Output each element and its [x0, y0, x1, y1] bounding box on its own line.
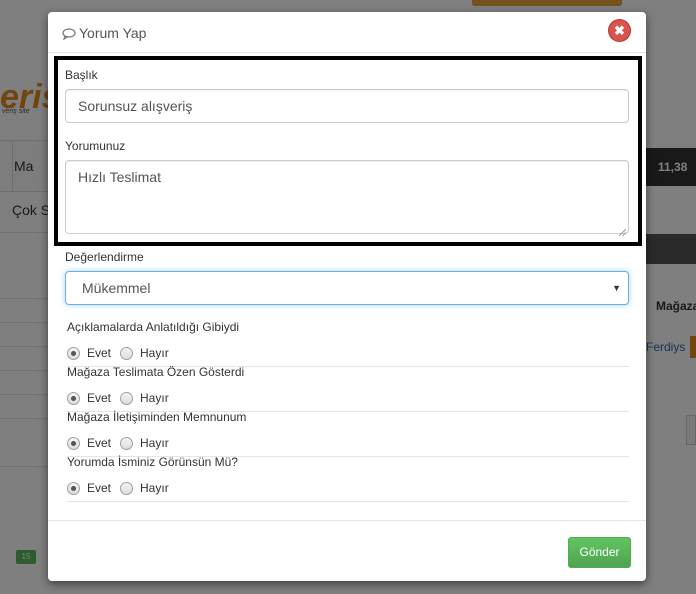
yes-radio[interactable] — [67, 346, 80, 360]
option-yes[interactable]: Evet — [67, 391, 111, 405]
dropdown-arrow-icon: ▼ — [612, 283, 621, 293]
yes-radio[interactable] — [67, 481, 80, 495]
yes-label: Evet — [87, 436, 112, 450]
no-radio[interactable] — [120, 436, 134, 450]
question-item: Yorumda İsminiz Görünsün Mü? Evet Hayır — [67, 455, 629, 502]
option-yes[interactable]: Evet — [67, 481, 111, 495]
comment-text: Hızlı Teslimat — [78, 169, 161, 185]
comment-icon — [62, 27, 76, 41]
yes-label: Evet — [87, 481, 112, 495]
no-label: Hayır — [140, 481, 169, 495]
option-no[interactable]: Hayır — [120, 346, 169, 360]
modal-footer-divider — [48, 520, 646, 521]
no-label: Hayır — [140, 436, 169, 450]
review-modal: Yorum Yap ✖ Başlık Sorunsuz alışveriş Yo… — [48, 12, 646, 581]
yes-radio[interactable] — [67, 391, 80, 405]
question-label: Yorumda İsminiz Görünsün Mü? — [67, 455, 238, 469]
no-label: Hayır — [140, 391, 169, 405]
comment-field-label: Yorumunuz — [65, 139, 126, 153]
no-radio[interactable] — [120, 391, 134, 405]
question-divider — [67, 501, 629, 502]
option-yes[interactable]: Evet — [67, 346, 111, 360]
close-button[interactable]: ✖ — [609, 20, 630, 41]
option-no[interactable]: Hayır — [120, 481, 169, 495]
question-options: Evet Hayır — [67, 342, 629, 364]
option-no[interactable]: Hayır — [120, 436, 169, 450]
yes-label: Evet — [87, 391, 112, 405]
question-item: Açıklamalarda Anlatıldığı Gibiydi Evet H… — [67, 320, 629, 367]
modal-header: Yorum Yap ✖ — [48, 12, 646, 53]
submit-button[interactable]: Gönder — [568, 537, 631, 568]
question-label: Mağaza Teslimata Özen Gösterdi — [67, 365, 245, 379]
option-yes[interactable]: Evet — [67, 436, 111, 450]
comment-textarea[interactable]: Hızlı Teslimat — [65, 160, 629, 237]
question-options: Evet Hayır — [67, 477, 629, 499]
rating-selected-value: Mükemmel — [82, 280, 151, 296]
question-options: Evet Hayır — [67, 387, 629, 409]
question-item: Mağaza Teslimata Özen Gösterdi Evet Hayı… — [67, 365, 629, 412]
title-input[interactable]: Sorunsuz alışveriş — [65, 89, 629, 123]
modal-title: Yorum Yap — [62, 25, 146, 41]
yes-label: Evet — [87, 346, 112, 360]
modal-title-text: Yorum Yap — [79, 25, 147, 41]
no-radio[interactable] — [120, 481, 134, 495]
title-field-label: Başlık — [65, 68, 98, 82]
no-label: Hayır — [140, 346, 169, 360]
rating-select[interactable]: Mükemmel ▼ — [65, 271, 629, 305]
yes-radio[interactable] — [67, 436, 80, 450]
question-label: Mağaza İletişiminden Memnunum — [67, 410, 247, 424]
no-radio[interactable] — [120, 346, 134, 360]
option-no[interactable]: Hayır — [120, 391, 169, 405]
question-label: Açıklamalarda Anlatıldığı Gibiydi — [67, 320, 240, 334]
rating-label: Değerlendirme — [65, 250, 144, 264]
resize-grip-icon[interactable] — [618, 223, 627, 237]
question-item: Mağaza İletişiminden Memnunum Evet Hayır — [67, 410, 629, 457]
question-options: Evet Hayır — [67, 432, 629, 454]
